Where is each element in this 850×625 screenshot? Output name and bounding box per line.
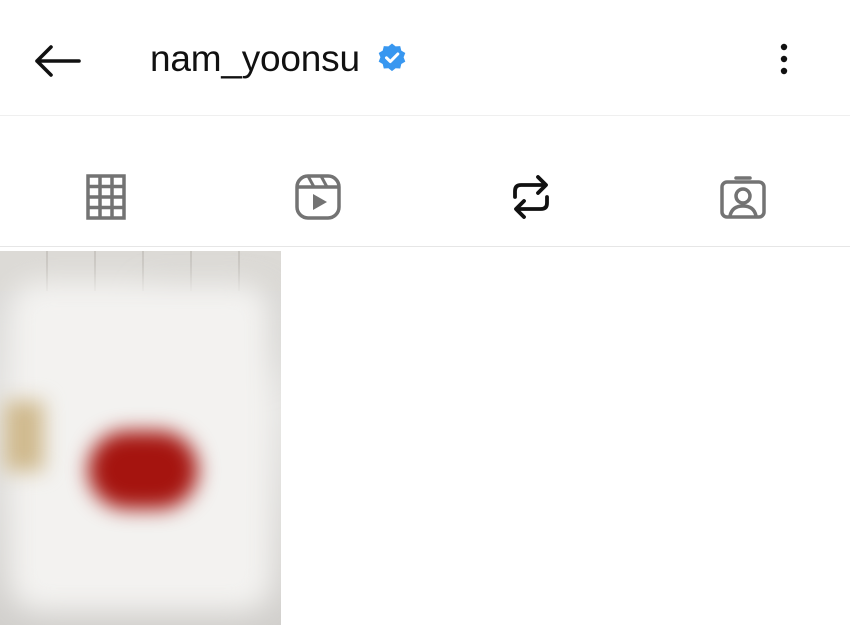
verified-badge-icon	[378, 43, 406, 72]
thumbnail-blur-red	[88, 431, 198, 509]
tagged-icon	[720, 176, 766, 219]
posts-grid	[0, 247, 850, 625]
arrow-left-icon	[35, 45, 81, 77]
tab-reposts[interactable]	[425, 116, 637, 246]
back-button[interactable]	[28, 38, 86, 84]
more-vertical-icon	[780, 43, 788, 75]
tab-tagged[interactable]	[637, 116, 849, 246]
grid-icon	[86, 174, 126, 220]
profile-tabs	[0, 116, 850, 361]
profile-header: nam_yoonsu	[0, 0, 850, 116]
reels-icon	[295, 174, 341, 220]
more-options-button[interactable]	[766, 38, 802, 80]
profile-username: nam_yoonsu	[150, 38, 360, 79]
repost-icon	[513, 175, 549, 219]
grid-post-thumbnail[interactable]	[0, 251, 281, 625]
tab-posts[interactable]	[0, 116, 212, 246]
thumbnail-blur-yellow	[4, 401, 44, 471]
tab-reels[interactable]	[212, 116, 424, 246]
